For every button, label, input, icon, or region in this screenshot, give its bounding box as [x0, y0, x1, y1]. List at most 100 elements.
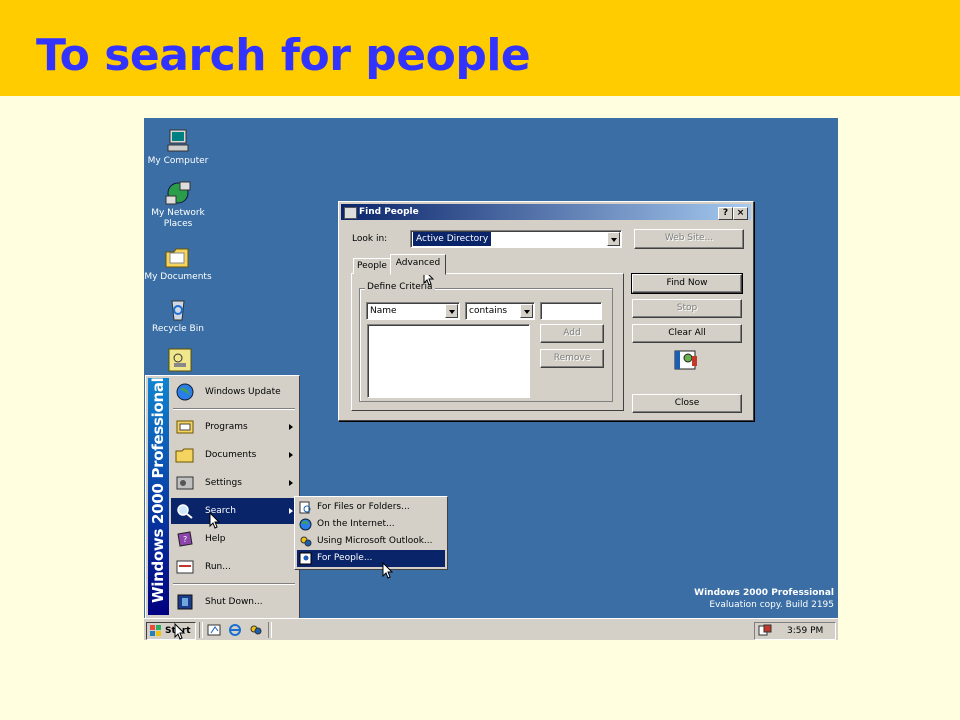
desktop-screenshot: My Computer My Network Places My Documen…	[144, 118, 838, 640]
address-book-icon	[674, 350, 697, 370]
submenu-item-internet[interactable]: On the Internet...	[297, 516, 445, 533]
condition-value: contains	[469, 306, 508, 316]
look-in-label: Look in:	[352, 234, 388, 244]
desktop-icon-label: Recycle Bin	[152, 324, 204, 334]
field-value: Name	[370, 306, 397, 316]
show-desktop-icon[interactable]	[207, 623, 221, 637]
submenu-arrow-icon	[289, 480, 293, 486]
find-people-icon	[344, 207, 357, 219]
desktop-icon-my-computer[interactable]: My Computer	[144, 128, 212, 167]
computer-icon	[167, 129, 189, 152]
start-menu: Windows 2000 Professional Windows Update…	[145, 375, 300, 620]
close-button[interactable]: Close	[632, 394, 742, 413]
submenu-item-outlook[interactable]: Using Microsoft Outlook...	[297, 533, 445, 550]
tray-icon[interactable]	[758, 624, 772, 637]
tab-advanced[interactable]: Advanced	[390, 254, 446, 275]
desktop-icon-recycle-bin[interactable]: Recycle Bin	[144, 296, 212, 335]
web-site-button[interactable]: Web Site...	[634, 229, 744, 249]
condition-dropdown[interactable]: contains	[465, 302, 535, 320]
taskbar-separator	[199, 622, 203, 638]
menu-separator	[173, 408, 295, 410]
mouse-cursor-icon	[209, 512, 221, 529]
mouse-cursor-icon	[382, 562, 394, 579]
desktop-icon-my-documents[interactable]: My Documents	[144, 244, 212, 283]
dialog-title: Find People	[359, 207, 419, 217]
start-button[interactable]: Start	[146, 622, 196, 640]
submenu-item-label: For Files or Folders...	[317, 502, 410, 512]
menu-item-label: Programs	[205, 422, 248, 432]
start-menu-banner: Windows 2000 Professional	[148, 377, 169, 615]
find-now-button[interactable]: Find Now	[631, 273, 743, 294]
system-tray: 3:59 PM	[754, 622, 836, 640]
look-in-dropdown[interactable]: Active Directory	[410, 230, 622, 248]
windows-logo-icon	[150, 625, 161, 636]
shortcut-icon	[168, 348, 192, 372]
documents-icon	[175, 448, 194, 463]
clock[interactable]: 3:59 PM	[787, 623, 823, 639]
desktop-icon-label: My Documents	[144, 272, 212, 282]
menu-separator	[173, 583, 295, 585]
search-icon	[177, 504, 193, 519]
help-icon: ?	[177, 531, 193, 547]
mouse-cursor-icon	[174, 623, 186, 640]
taskbar-separator	[268, 622, 272, 638]
submenu-arrow-icon	[289, 424, 293, 430]
chevron-down-icon[interactable]	[607, 232, 620, 246]
submenu-item-label: On the Internet...	[317, 519, 395, 529]
svg-text:?: ?	[183, 535, 187, 544]
submenu-item-for-people[interactable]: For People...	[297, 550, 445, 567]
submenu-arrow-icon	[289, 452, 293, 458]
shutdown-icon	[177, 594, 193, 610]
tab-people[interactable]: People	[353, 258, 391, 274]
banner-text: Windows 2000 Professional	[149, 377, 167, 603]
remove-button[interactable]: Remove	[540, 349, 604, 368]
menu-item-documents[interactable]: Documents	[171, 442, 297, 468]
menu-item-label: Settings	[205, 478, 242, 488]
criteria-list[interactable]	[367, 324, 530, 398]
submenu-item-label: Using Microsoft Outlook...	[317, 536, 433, 546]
search-submenu: For Files or Folders... On the Internet.…	[294, 496, 448, 570]
look-in-value: Active Directory	[413, 232, 492, 246]
menu-item-search[interactable]: Search	[171, 498, 297, 524]
menu-item-run[interactable]: Run...	[171, 554, 297, 580]
programs-icon	[176, 420, 194, 434]
add-button[interactable]: Add	[540, 324, 604, 343]
run-icon	[176, 560, 194, 574]
field-dropdown[interactable]: Name	[366, 302, 460, 320]
menu-item-help[interactable]: ? Help	[171, 526, 297, 552]
os-watermark-title: Windows 2000 Professional	[694, 588, 834, 598]
submenu-arrow-icon	[289, 508, 293, 514]
desktop-icon-shortcut[interactable]	[144, 348, 212, 374]
recycle-bin-icon	[171, 300, 185, 321]
network-icon	[165, 181, 191, 205]
clear-all-button[interactable]: Clear All	[632, 324, 742, 343]
internet-icon	[299, 518, 312, 531]
outlook-express-icon[interactable]	[249, 623, 263, 637]
menu-item-label: Run...	[205, 562, 231, 572]
desktop-icon-network-places[interactable]: My Network Places	[144, 180, 212, 230]
close-icon[interactable]: ×	[733, 207, 748, 220]
stop-button[interactable]: Stop	[632, 299, 742, 318]
chevron-down-icon[interactable]	[445, 304, 458, 318]
menu-item-programs[interactable]: Programs	[171, 414, 297, 440]
menu-item-label: Windows Update	[205, 387, 281, 397]
internet-explorer-icon[interactable]	[228, 623, 242, 637]
outlook-icon	[300, 536, 312, 547]
menu-item-label: Shut Down...	[205, 597, 263, 607]
desktop-icon-label: My Computer	[147, 156, 209, 166]
settings-icon	[176, 476, 194, 490]
files-icon	[299, 501, 311, 514]
help-button[interactable]: ?	[718, 207, 733, 220]
folder-icon	[165, 248, 189, 268]
find-people-dialog: Find People ? × Look in: Active Director…	[338, 201, 754, 421]
os-watermark-build: Evaluation copy. Build 2195	[709, 600, 834, 610]
criteria-value-field[interactable]	[540, 302, 602, 320]
menu-item-settings[interactable]: Settings	[171, 470, 297, 496]
menu-item-windows-update[interactable]: Windows Update	[171, 379, 297, 405]
taskbar: Start 3:59 PM	[144, 618, 838, 640]
chevron-down-icon[interactable]	[520, 304, 533, 318]
submenu-item-files-folders[interactable]: For Files or Folders...	[297, 499, 445, 516]
people-icon	[299, 552, 312, 565]
menu-item-shut-down[interactable]: Shut Down...	[171, 589, 297, 615]
dialog-titlebar[interactable]: Find People ? ×	[341, 204, 751, 220]
